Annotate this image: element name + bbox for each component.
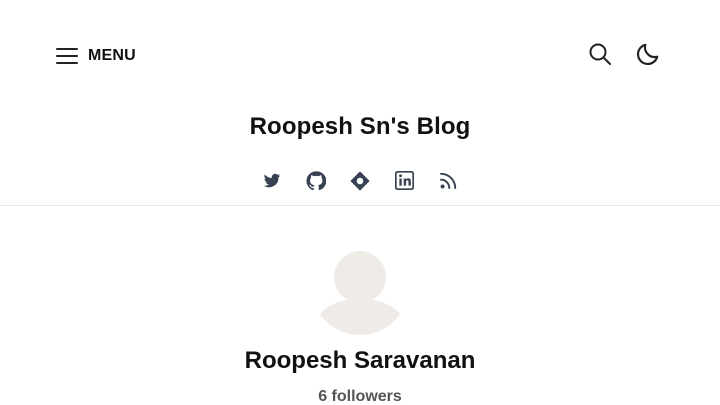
social-link-linkedin[interactable] — [394, 170, 414, 196]
github-icon — [306, 170, 327, 196]
social-link-twitter[interactable] — [262, 170, 282, 196]
author-name[interactable]: Roopesh Saravanan — [0, 347, 720, 375]
linkedin-icon — [394, 170, 414, 195]
menu-label: MENU — [88, 47, 136, 64]
follower-count[interactable]: 6 followers — [0, 388, 720, 405]
search-icon — [588, 42, 612, 71]
theme-toggle-button[interactable] — [632, 40, 664, 72]
social-link-rss[interactable] — [438, 170, 458, 196]
social-link-github[interactable] — [306, 170, 327, 196]
menu-button[interactable]: MENU — [56, 43, 136, 69]
blog-title[interactable]: Roopesh Sn's Blog — [0, 113, 720, 141]
rss-icon — [439, 171, 458, 195]
website-icon — [349, 170, 371, 197]
blog-page: MENU Roopesh Sn's Blog Roopesh Saravanan… — [0, 0, 720, 405]
twitter-icon — [262, 172, 282, 195]
header-divider — [0, 205, 720, 206]
default-avatar-icon — [311, 237, 409, 335]
hamburger-icon — [56, 46, 78, 66]
social-links — [0, 170, 720, 196]
author-avatar[interactable] — [311, 237, 409, 335]
top-bar: MENU — [0, 0, 720, 112]
moon-icon — [635, 41, 661, 72]
search-button[interactable] — [584, 40, 616, 72]
social-link-website[interactable] — [350, 170, 370, 196]
